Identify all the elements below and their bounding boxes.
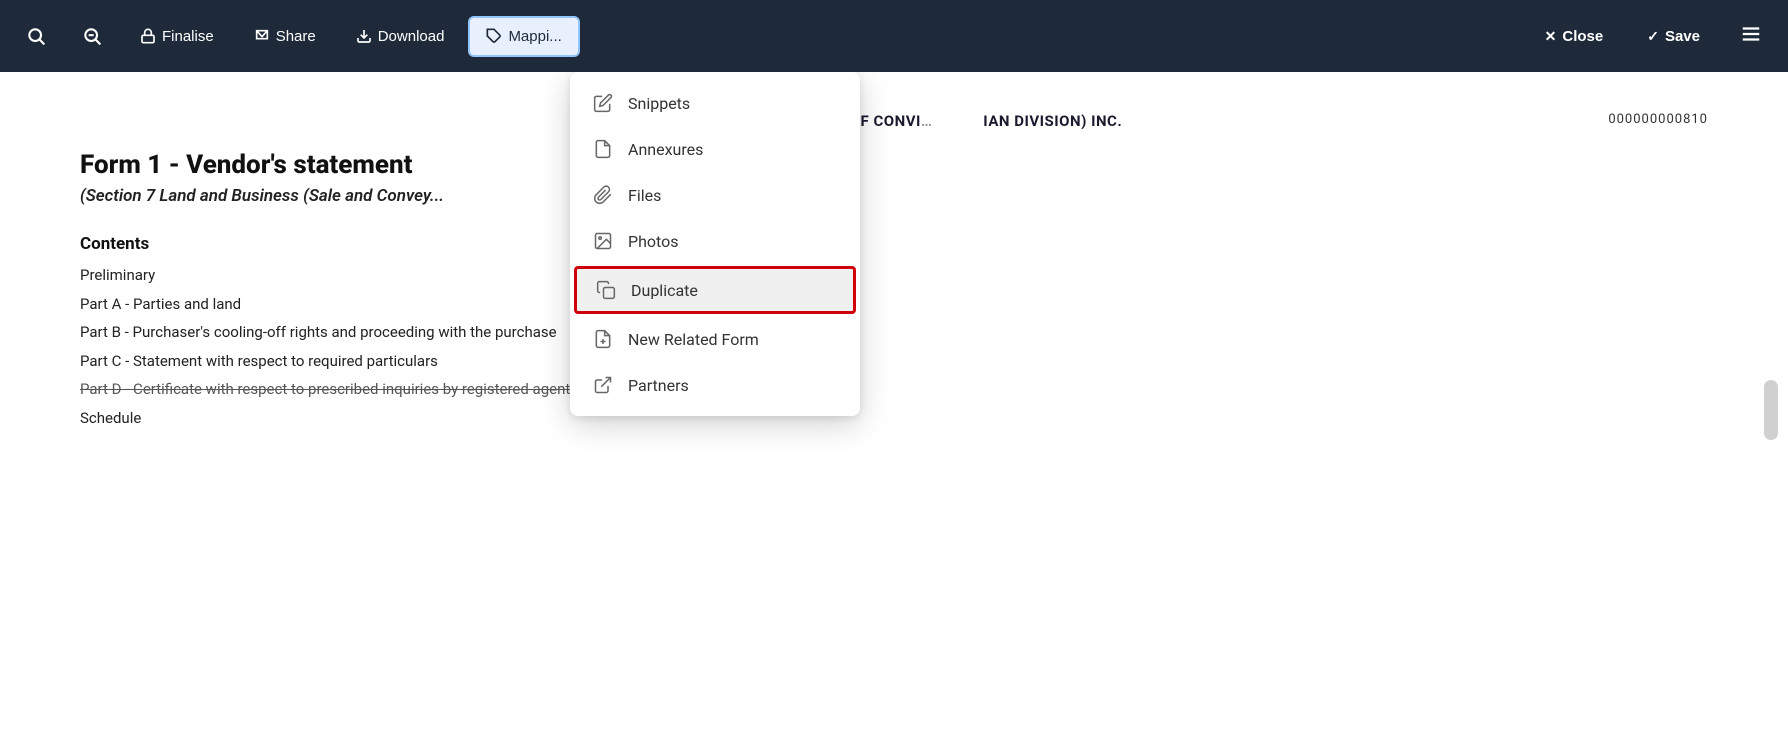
search-zoom-in-button[interactable] [12,16,60,56]
mapping-button[interactable]: Mappi... [468,16,579,57]
close-x-icon: ✕ [1545,28,1557,45]
toolbar: Finalise Share Download Mappi... ✕ Close… [0,0,1788,72]
dropdown-item-partners[interactable]: Partners [570,362,860,408]
search-zoom-out-button[interactable] [68,16,116,56]
dropdown-item-new-related-form[interactable]: New Related Form [570,316,860,362]
mapping-label: Mappi... [508,28,561,45]
document-area: AUSTRALIAN INSTITUTE OF CONVI… AUSTRALIA… [0,72,1788,475]
toolbar-right: ✕ Close ✓ Save [1527,13,1776,60]
external-link-icon [592,374,614,396]
share-button[interactable]: Share [238,18,332,55]
save-button[interactable]: ✓ Save [1629,18,1718,55]
paperclip-icon [592,184,614,206]
edit-icon [592,92,614,114]
contents-list: Preliminary Part A - Parties and land Pa… [80,264,1708,429]
list-item: Preliminary [80,264,1708,287]
partners-label: Partners [628,376,689,395]
scrollbar[interactable] [1764,380,1778,440]
new-related-form-label: New Related Form [628,330,759,349]
list-item: Part B - Purchaser's cooling-off rights … [80,321,1708,344]
list-item: Part C - Statement with respect to requi… [80,350,1708,373]
dropdown-item-photos[interactable]: Photos [570,218,860,264]
list-item-strikethrough: Part D - Certificate with respect to pre… [80,378,1708,401]
document-subtitle: (Section 7 Land and Business (Sale and C… [80,186,1708,206]
duplicate-label: Duplicate [631,281,698,300]
file-plus-icon [592,328,614,350]
image-icon [592,230,614,252]
checkmark-icon: ✓ [1647,28,1659,45]
snippets-label: Snippets [628,94,690,113]
document-header: AUSTRALIAN INSTITUTE OF CONVI… AUSTRALIA… [80,112,1708,130]
list-item: Schedule [80,407,1708,430]
files-label: Files [628,186,661,205]
main-content: AUSTRALIAN INSTITUTE OF CONVI… AUSTRALIA… [0,72,1788,747]
finalise-button[interactable]: Finalise [124,18,230,55]
dropdown-menu: Snippets Annexures Files Photos Duplicat [570,72,860,416]
document-id: 000000000810 [1608,112,1708,127]
copy-icon [595,279,617,301]
list-item: Part A - Parties and land [80,293,1708,316]
hamburger-menu-button[interactable] [1726,13,1776,60]
file-icon [592,138,614,160]
dropdown-item-duplicate[interactable]: Duplicate [574,266,856,314]
dropdown-item-snippets[interactable]: Snippets [570,80,860,126]
document-title: Form 1 - Vendor's statement [80,150,1708,180]
dropdown-item-files[interactable]: Files [570,172,860,218]
annexures-label: Annexures [628,140,703,159]
download-button[interactable]: Download [340,18,461,55]
dropdown-item-annexures[interactable]: Annexures [570,126,860,172]
contents-title: Contents [80,234,1708,254]
photos-label: Photos [628,232,679,251]
close-button[interactable]: ✕ Close [1527,18,1622,55]
